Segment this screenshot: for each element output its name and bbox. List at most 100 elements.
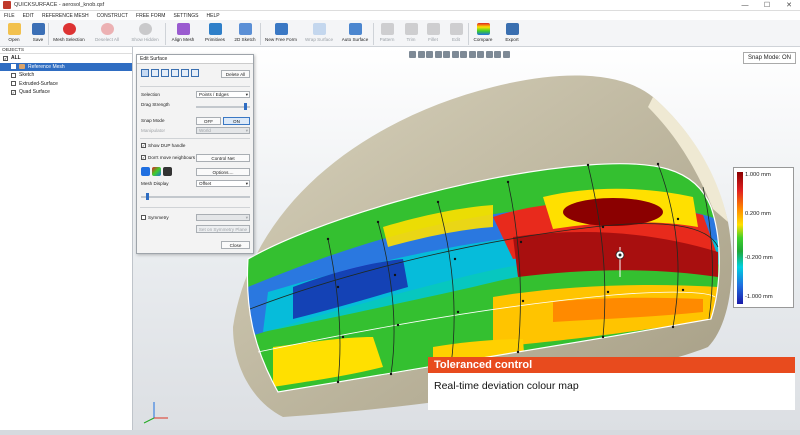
control-net-button[interactable]: Control Net xyxy=(196,154,250,162)
minimize-icon[interactable]: — xyxy=(734,0,756,11)
drag-strength-thumb[interactable] xyxy=(244,103,248,110)
snap-mode-badge: Snap Mode: ON xyxy=(742,52,796,64)
color-map-icon xyxy=(476,23,490,35)
caption-subtitle: Real-time deviation colour map xyxy=(434,380,579,392)
set-symmetry-plane-button[interactable]: Set on Symmetry Plane xyxy=(196,225,250,233)
tree-item-extruded-surface[interactable]: Extruded-Surface xyxy=(0,80,132,89)
trim-button[interactable]: Trim xyxy=(400,20,422,47)
mesh-icon xyxy=(19,64,25,70)
close-button[interactable]: Close xyxy=(221,241,250,249)
close-icon[interactable]: ✕ xyxy=(778,0,800,11)
select-face-icon[interactable] xyxy=(161,69,169,77)
menu-reference-mesh[interactable]: REFERENCE MESH xyxy=(42,13,89,19)
app-logo-icon xyxy=(3,1,11,9)
divider xyxy=(140,138,250,139)
tree-item-label: Extruded-Surface xyxy=(19,80,58,87)
compare-button[interactable]: Compare xyxy=(469,20,497,47)
objects-panel: OBJECTS ✓ ALL ✓ Reference Mesh Sketch Ex… xyxy=(0,47,133,430)
maximize-icon[interactable]: ☐ xyxy=(756,0,778,11)
menu-help[interactable]: HELP xyxy=(207,13,220,19)
tree-item-reference-mesh[interactable]: ✓ Reference Mesh xyxy=(0,62,132,71)
export-button[interactable]: Export xyxy=(497,20,527,47)
curvature-icon[interactable] xyxy=(163,167,172,176)
menu-file[interactable]: FILE xyxy=(4,13,15,19)
delete-point-icon[interactable] xyxy=(191,69,199,77)
save-button[interactable]: Save xyxy=(28,20,48,47)
legend-label-lower: -0.200 mm xyxy=(745,255,773,261)
fillet-button[interactable]: Fillet xyxy=(422,20,444,47)
split-icon[interactable] xyxy=(181,69,189,77)
snap-off-button[interactable]: OFF xyxy=(196,117,221,125)
axis-triad-icon xyxy=(143,402,168,424)
tree-item-sketch[interactable]: Sketch xyxy=(0,71,132,80)
dont-move-neighbours-checkbox[interactable]: ✓ xyxy=(141,155,146,160)
dialog-tool-icons xyxy=(141,69,201,77)
mesh-display-label: Mesh Display xyxy=(141,181,169,186)
window-title: QUICKSURFACE - aerosol_knob.qsf xyxy=(14,2,105,8)
checkbox[interactable] xyxy=(11,72,16,78)
folder-icon xyxy=(7,23,21,35)
mesh-selection-icon xyxy=(62,23,76,35)
show-dup-handle-checkbox[interactable]: ✓ xyxy=(141,143,146,148)
align-mesh-icon xyxy=(176,23,190,35)
dont-move-neighbours-label: Don't move neighbours xyxy=(148,155,196,160)
open-button[interactable]: Open xyxy=(0,20,28,47)
show-hidden-button[interactable]: Show Hidden xyxy=(125,20,165,47)
caption-banner: Toleranced control Real-time deviation c… xyxy=(428,357,795,410)
manipulator-dropdown[interactable]: World xyxy=(196,127,250,134)
select-edge-icon[interactable] xyxy=(151,69,159,77)
tree-item-label: ALL xyxy=(11,55,21,62)
display-mode-icon[interactable] xyxy=(141,167,150,176)
auto-surface-button[interactable]: Auto Surface xyxy=(337,20,373,47)
symmetry-checkbox[interactable] xyxy=(141,215,146,220)
sketch-icon xyxy=(238,23,252,35)
primitives-button[interactable]: Primitives xyxy=(200,20,230,47)
edit-surface-dialog: Edit Surface Delete All Selection Points… xyxy=(136,54,254,254)
insert-point-icon[interactable] xyxy=(171,69,179,77)
free-form-icon xyxy=(274,23,288,35)
window-controls: — ☐ ✕ xyxy=(734,0,800,11)
divider xyxy=(140,86,250,87)
checkbox[interactable]: ✓ xyxy=(11,64,16,70)
checkbox[interactable] xyxy=(11,81,16,87)
drag-strength-slider[interactable] xyxy=(196,106,250,108)
mesh-selection-button[interactable]: Mesh Selection xyxy=(49,20,89,47)
checkbox[interactable]: ✓ xyxy=(3,55,8,61)
menu-construct[interactable]: CONSTRUCT xyxy=(97,13,128,19)
pattern-button[interactable]: Pattern xyxy=(374,20,400,47)
snap-on-button[interactable]: ON xyxy=(223,117,250,125)
mesh-display-thumb[interactable] xyxy=(146,193,150,200)
tree-item-all[interactable]: ✓ ALL xyxy=(0,54,132,63)
edit-icon xyxy=(449,23,463,35)
checkbox[interactable]: ✓ xyxy=(11,89,16,95)
selection-dropdown[interactable]: Points / Edges xyxy=(196,91,250,98)
menu-bar: FILE EDIT REFERENCE MESH CONSTRUCT FREE … xyxy=(0,11,800,20)
edit-button[interactable]: Edit xyxy=(444,20,468,47)
align-mesh-button[interactable]: Align Mesh xyxy=(166,20,200,47)
divider xyxy=(140,207,250,208)
delete-all-button[interactable]: Delete All xyxy=(221,70,250,78)
tree-item-quad-surface[interactable]: ✓ Quad Surface xyxy=(0,88,132,97)
select-point-icon[interactable] xyxy=(141,69,149,77)
wrap-surface-button[interactable]: Wrap Surface xyxy=(301,20,337,47)
ribbon-toolbar: Open Save Mesh Selection Deselect All Sh… xyxy=(0,20,800,47)
trim-icon xyxy=(404,23,418,35)
deselect-all-button[interactable]: Deselect All xyxy=(89,20,125,47)
manipulator-label: Manipulator xyxy=(141,128,166,133)
symmetry-plane-dropdown[interactable] xyxy=(196,214,250,221)
2d-sketch-button[interactable]: 2D Sketch xyxy=(230,20,260,47)
menu-free-form[interactable]: FREE FORM xyxy=(136,13,165,19)
eye-icon xyxy=(138,23,152,35)
fillet-icon xyxy=(426,23,440,35)
pattern-icon xyxy=(380,23,394,35)
drag-strength-label: Drag Strength xyxy=(141,102,170,107)
deviation-map-icon[interactable] xyxy=(152,167,161,176)
menu-settings[interactable]: SETTINGS xyxy=(173,13,198,19)
mesh-display-slider[interactable] xyxy=(141,196,250,198)
mesh-display-dropdown[interactable]: Offset xyxy=(196,180,250,187)
selection-label: Selection xyxy=(141,92,160,97)
menu-edit[interactable]: EDIT xyxy=(23,13,34,19)
title-bar: QUICKSURFACE - aerosol_knob.qsf — ☐ ✕ xyxy=(0,0,800,11)
options-button[interactable]: Options.... xyxy=(196,168,250,176)
new-free-form-button[interactable]: New Free Form xyxy=(261,20,301,47)
